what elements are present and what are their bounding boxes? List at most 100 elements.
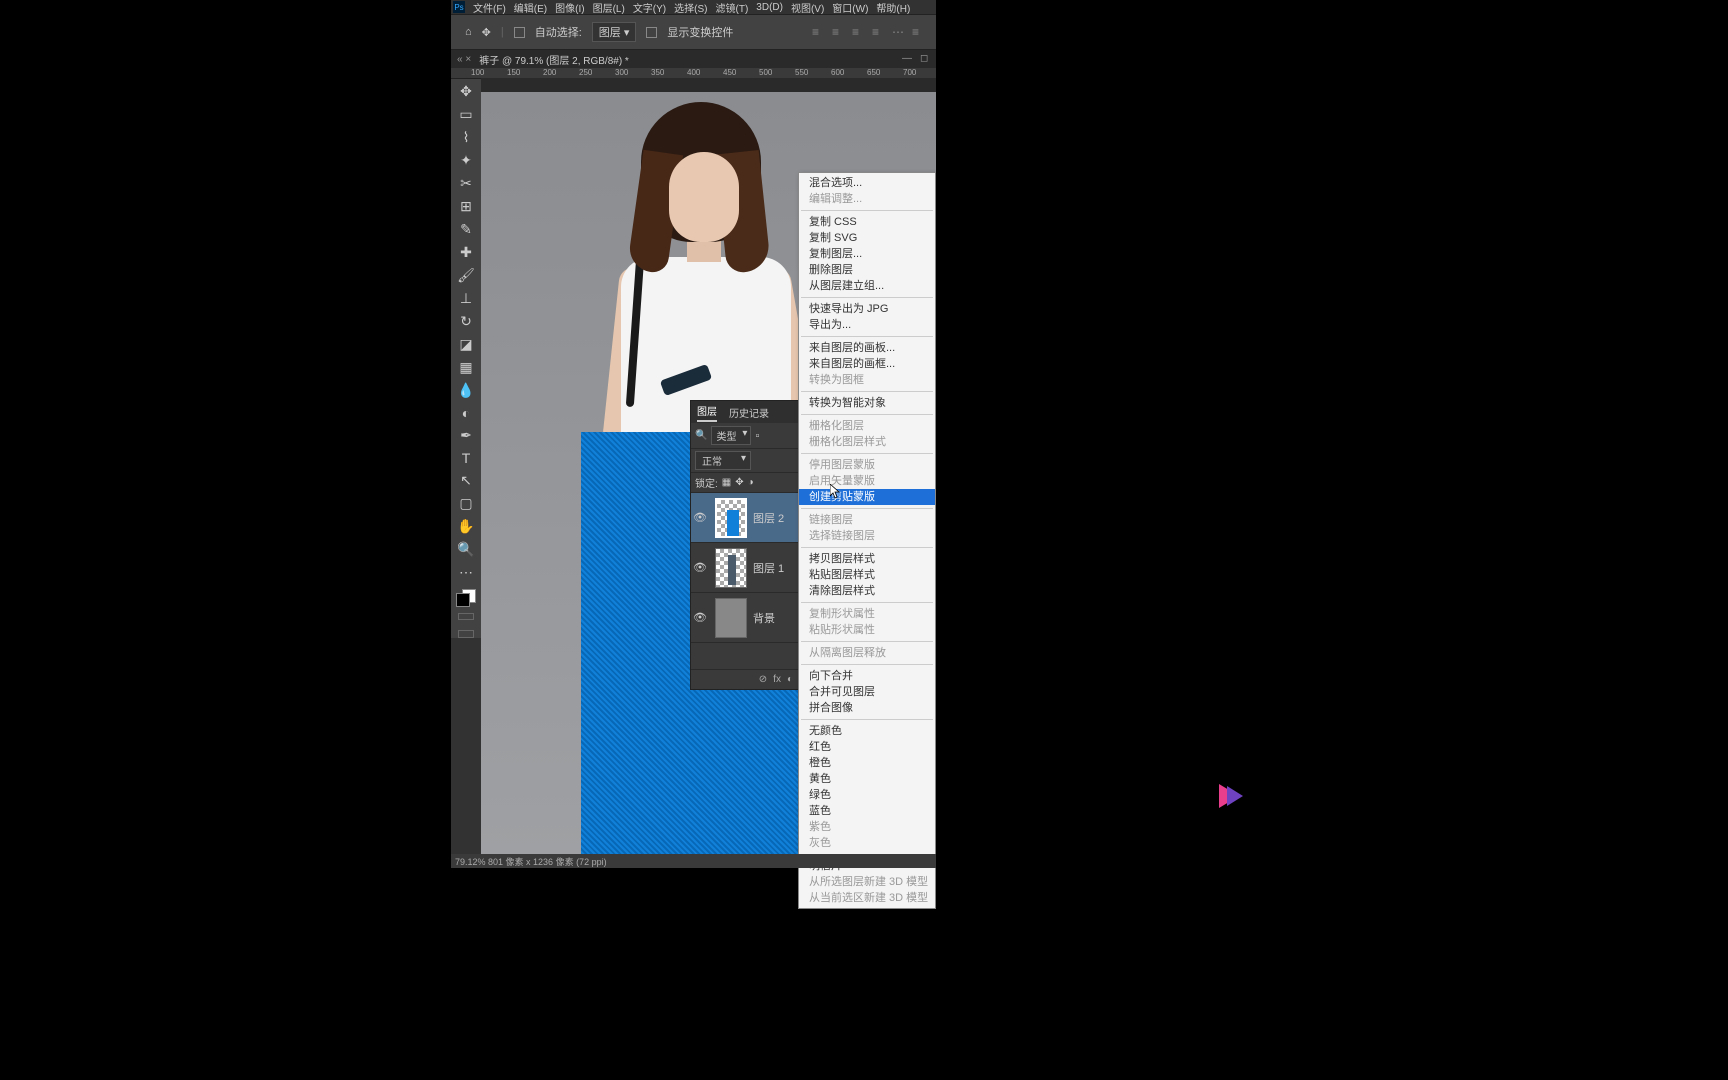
lock-icon[interactable]: ▦ [722, 477, 731, 488]
menu-help[interactable]: 帮助(H) [876, 0, 910, 15]
brush-tool[interactable]: 🖌 [455, 267, 477, 284]
dodge-tool[interactable]: ◐ [455, 405, 477, 421]
context-menu-item[interactable]: 快速导出为 JPG [799, 301, 935, 317]
quickmask-button[interactable] [458, 613, 474, 621]
context-menu-item[interactable]: 拼合图像 [799, 700, 935, 716]
history-brush-tool[interactable]: ↻ [455, 313, 477, 330]
blur-tool[interactable]: 💧 [455, 382, 477, 399]
context-menu-item[interactable]: 拷贝图层样式 [799, 551, 935, 567]
options-bar: ⌂ ✥ | 自动选择: 图层 ▾ 显示变换控件 ≡ ≡ ≡ ≡ ⋯ ≡ [451, 14, 936, 50]
frame-tool[interactable]: ⊞ [455, 198, 477, 215]
filter-kind-dropdown[interactable]: 类型 [711, 426, 751, 445]
menu-view[interactable]: 视图(V) [791, 0, 824, 15]
move-tool[interactable]: ✥ [455, 83, 477, 100]
visibility-icon[interactable]: 👁 [691, 611, 709, 624]
show-transform-checkbox[interactable] [646, 27, 657, 38]
tab-layers[interactable]: 图层 [697, 403, 717, 422]
context-menu-item[interactable]: 从图层建立组... [799, 278, 935, 294]
menu-3d[interactable]: 3D(D) [756, 2, 783, 13]
type-tool[interactable]: T [455, 450, 477, 466]
shape-tool[interactable]: ▢ [455, 495, 477, 512]
color-swatch[interactable] [456, 593, 476, 603]
context-menu-item[interactable]: 绿色 [799, 787, 935, 803]
context-menu-item[interactable]: 清除图层样式 [799, 583, 935, 599]
align-icon[interactable]: ⋯ [892, 25, 906, 39]
marquee-tool[interactable]: ▭ [455, 106, 477, 123]
context-menu-item[interactable]: 复制图层... [799, 246, 935, 262]
crop-tool[interactable]: ✂ [455, 175, 477, 192]
visibility-icon[interactable]: 👁 [691, 561, 709, 574]
mask-icon[interactable]: ◐ [787, 674, 793, 685]
layer-thumbnail[interactable] [715, 498, 747, 538]
align-icon[interactable]: ≡ [812, 25, 826, 39]
minimize-icon[interactable]: — [902, 53, 914, 65]
layer-row[interactable]: 👁 图层 2 [691, 493, 799, 543]
context-menu-item[interactable]: 复制 CSS [799, 214, 935, 230]
healing-tool[interactable]: ✚ [455, 244, 477, 261]
document-tab-bar: « × 裤子 @ 79.1% (图层 2, RGB/8#) * — ◻ [451, 50, 936, 68]
blend-mode-dropdown[interactable]: 正常 [695, 451, 751, 470]
link-icon[interactable]: ⊘ [759, 674, 767, 685]
eyedropper-tool[interactable]: ✎ [455, 221, 477, 238]
layer-name[interactable]: 背景 [753, 610, 775, 626]
fg-color[interactable] [456, 593, 470, 607]
zoom-tool[interactable]: 🔍 [455, 541, 477, 558]
context-menu-item[interactable]: 红色 [799, 739, 935, 755]
stamp-tool[interactable]: ⊥ [455, 290, 477, 307]
layer-thumbnail[interactable] [715, 548, 747, 588]
lock-icon[interactable]: ◑ [748, 477, 754, 488]
layer-row[interactable]: 👁 背景 [691, 593, 799, 643]
eraser-tool[interactable]: ◪ [455, 336, 477, 353]
context-menu-item: 从当前选区新建 3D 模型 [799, 890, 935, 906]
filter-icon[interactable]: ▫ [755, 430, 759, 442]
context-menu-item[interactable]: 来自图层的画板... [799, 340, 935, 356]
hand-tool[interactable]: ✋ [455, 518, 477, 535]
gradient-tool[interactable]: ▦ [455, 359, 477, 376]
menu-image[interactable]: 图像(I) [555, 0, 584, 15]
menu-layer[interactable]: 图层(L) [593, 0, 625, 15]
menu-type[interactable]: 文字(Y) [633, 0, 666, 15]
context-menu-item[interactable]: 复制 SVG [799, 230, 935, 246]
context-menu-item[interactable]: 转换为智能对象 [799, 395, 935, 411]
magic-wand-tool[interactable]: ✦ [455, 152, 477, 169]
layer-row[interactable]: 👁 图层 1 [691, 543, 799, 593]
context-menu-item[interactable]: 创建剪贴蒙版 [799, 489, 935, 505]
menu-select[interactable]: 选择(S) [674, 0, 707, 15]
visibility-icon[interactable]: 👁 [691, 511, 709, 524]
lock-icon[interactable]: ✥ [735, 477, 743, 488]
menu-edit[interactable]: 编辑(E) [514, 0, 547, 15]
context-menu-item[interactable]: 黄色 [799, 771, 935, 787]
context-menu-item[interactable]: 来自图层的画框... [799, 356, 935, 372]
menu-file[interactable]: 文件(F) [473, 0, 506, 15]
context-menu-item[interactable]: 合并可见图层 [799, 684, 935, 700]
screenmode-button[interactable] [458, 630, 474, 638]
fx-icon[interactable]: fx [773, 674, 781, 685]
context-menu-item[interactable]: 向下合并 [799, 668, 935, 684]
context-menu-item[interactable]: 导出为... [799, 317, 935, 333]
align-icon[interactable]: ≡ [832, 25, 846, 39]
layer-name[interactable]: 图层 1 [753, 560, 784, 576]
path-tool[interactable]: ↖ [455, 472, 477, 489]
context-menu-item[interactable]: 混合选项... [799, 175, 935, 191]
context-menu-item[interactable]: 橙色 [799, 755, 935, 771]
tab-history[interactable]: 历史记录 [729, 405, 769, 420]
align-icon[interactable]: ≡ [872, 25, 886, 39]
context-menu-item[interactable]: 粘贴图层样式 [799, 567, 935, 583]
edit-toolbar[interactable]: ⋯ [455, 564, 477, 581]
menu-filter[interactable]: 滤镜(T) [716, 0, 749, 15]
context-menu-item[interactable]: 蓝色 [799, 803, 935, 819]
layer-name[interactable]: 图层 2 [753, 510, 784, 526]
context-menu-item[interactable]: 删除图层 [799, 262, 935, 278]
tab-nav-icon[interactable]: « × [457, 54, 471, 65]
auto-select-checkbox[interactable] [514, 27, 525, 38]
lasso-tool[interactable]: ⌇ [455, 129, 477, 146]
pen-tool[interactable]: ✒ [455, 427, 477, 444]
align-icon[interactable]: ≡ [912, 25, 926, 39]
maximize-icon[interactable]: ◻ [920, 53, 932, 65]
layer-thumbnail[interactable] [715, 598, 747, 638]
home-icon[interactable]: ⌂ [465, 26, 472, 38]
align-icon[interactable]: ≡ [852, 25, 866, 39]
context-menu-item[interactable]: 无颜色 [799, 723, 935, 739]
auto-select-target[interactable]: 图层 ▾ [592, 22, 637, 42]
menu-window[interactable]: 窗口(W) [832, 0, 868, 15]
